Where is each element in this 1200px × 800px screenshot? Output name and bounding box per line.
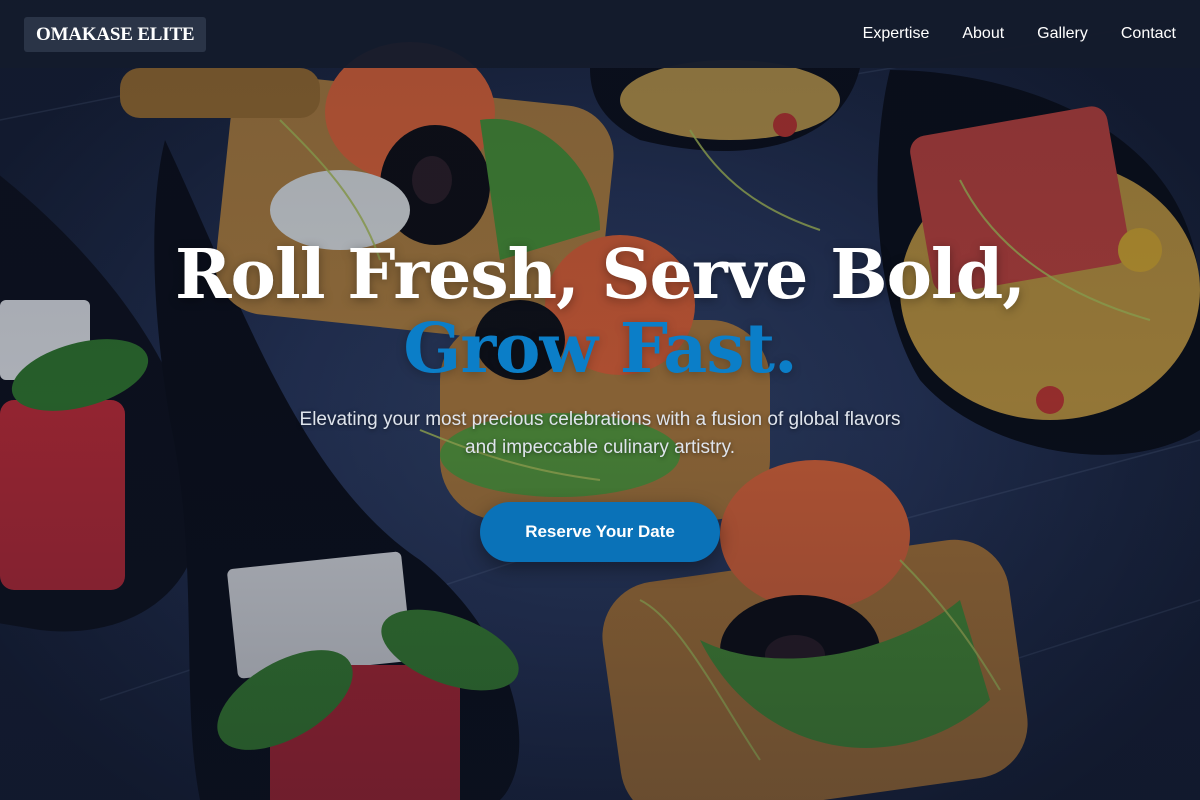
nav-link-contact[interactable]: Contact <box>1121 25 1176 43</box>
subtitle-line-2: and impeccable culinary artistry. <box>465 437 735 458</box>
headline-line-2-accent: Grow Fast. <box>403 309 797 389</box>
brand-logo[interactable]: OMAKASE ELITE <box>24 16 207 52</box>
nav-link-about[interactable]: About <box>962 25 1004 43</box>
page: OMAKASE ELITE Expertise About Gallery Co… <box>0 0 1200 800</box>
headline-line-1: Roll Fresh, Serve Bold, <box>175 235 1026 315</box>
subtitle-line-1: Elevating your most precious celebration… <box>299 409 901 430</box>
nav-link-expertise[interactable]: Expertise <box>863 25 930 43</box>
top-navbar: OMAKASE ELITE Expertise About Gallery Co… <box>0 0 1200 68</box>
reserve-your-date-button[interactable]: Reserve Your Date <box>480 502 720 562</box>
nav-link-gallery[interactable]: Gallery <box>1037 25 1088 43</box>
hero-subtitle: Elevating your most precious celebration… <box>250 406 950 462</box>
nav-links: Expertise About Gallery Contact <box>830 25 1176 43</box>
hero-headline: Roll Fresh, Serve Bold, Grow Fast. <box>0 238 1200 386</box>
hero-section: Roll Fresh, Serve Bold, Grow Fast. Eleva… <box>0 0 1200 800</box>
